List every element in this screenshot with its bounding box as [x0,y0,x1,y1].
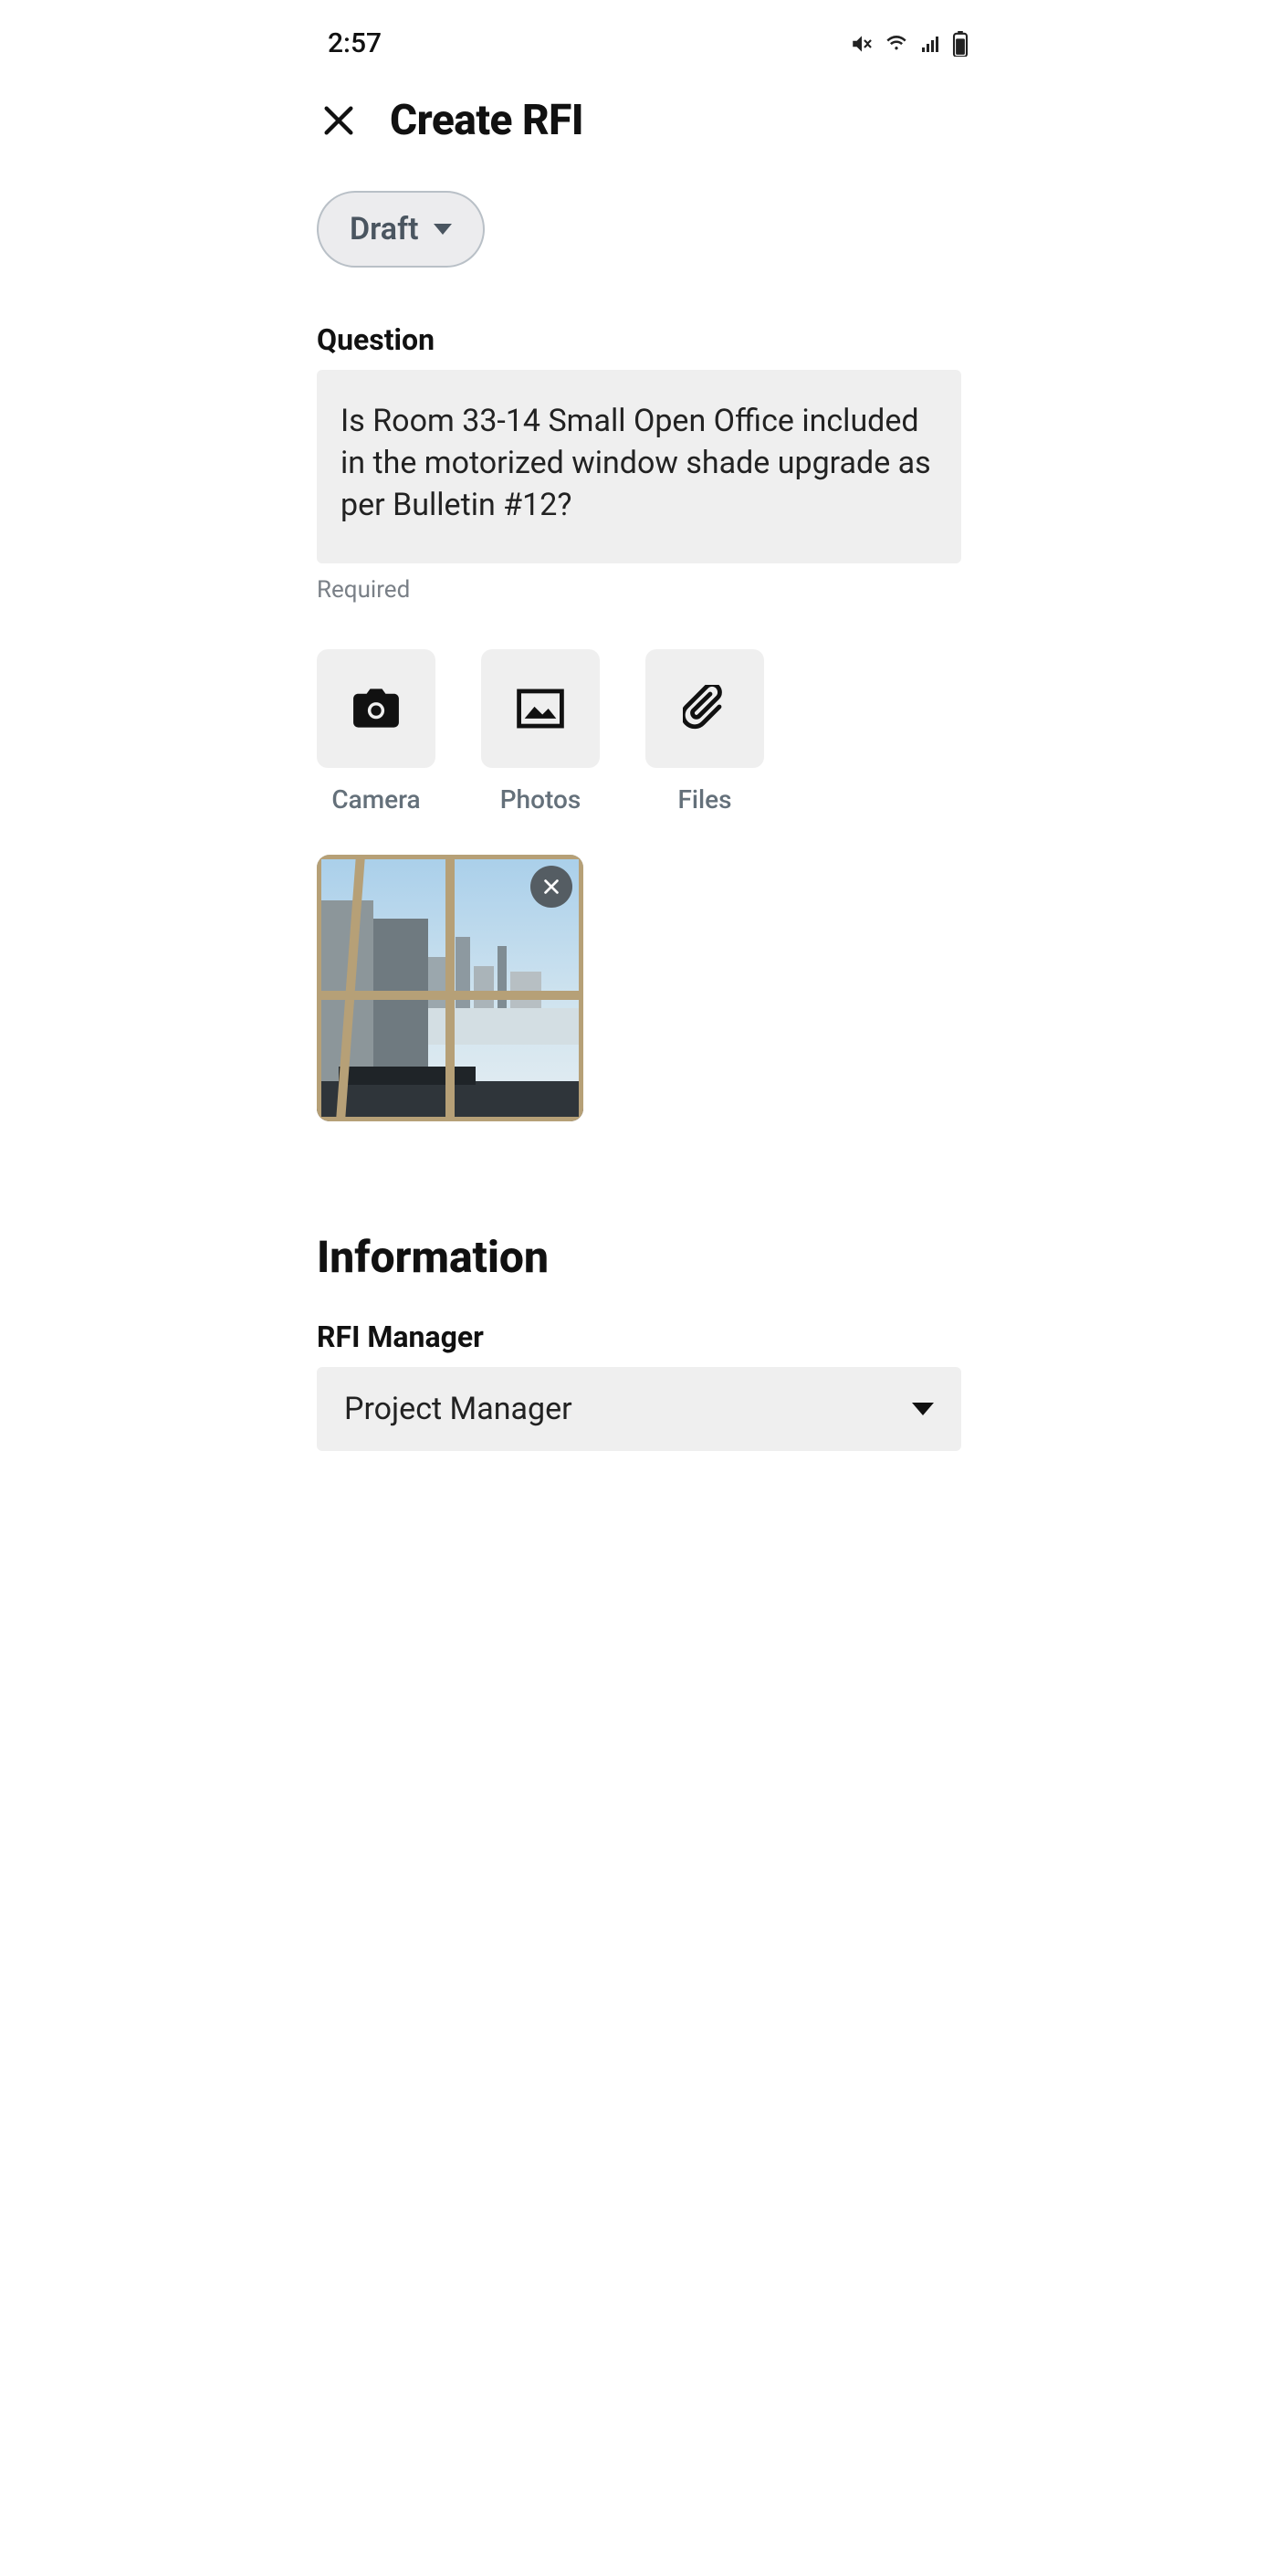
status-icons [850,31,969,57]
close-button[interactable] [317,99,361,142]
remove-attachment-button[interactable] [530,866,572,908]
chevron-down-icon [912,1403,934,1415]
information-heading: Information [317,1231,961,1283]
status-dropdown[interactable]: Draft [317,191,485,268]
camera-icon [352,689,400,729]
header: Create RFI [284,68,994,173]
camera-action: Camera [317,649,435,815]
files-button[interactable] [645,649,764,768]
status-bar: 2:57 [284,0,994,68]
screen: 2:57 Create RFI [284,0,994,1488]
wifi-icon [883,33,910,55]
question-label: Question [317,322,961,357]
question-text: Is Room 33-14 Small Open Office included… [340,401,938,527]
photo-icon [517,689,564,729]
battery-icon [952,31,969,57]
photos-label: Photos [500,784,581,815]
signal-icon [919,33,943,55]
chevron-down-icon [434,224,452,235]
question-helper: Required [317,576,961,604]
page-title: Create RFI [390,96,583,145]
attachment-thumbnail[interactable] [317,855,583,1121]
photos-action: Photos [481,649,600,815]
rfi-manager-label: RFI Manager [317,1320,961,1354]
rfi-manager-select[interactable]: Project Manager [317,1367,961,1451]
mute-icon [850,32,874,56]
close-icon [320,102,357,139]
rfi-manager-value: Project Manager [344,1391,572,1427]
question-input[interactable]: Is Room 33-14 Small Open Office included… [317,370,961,563]
files-action: Files [645,649,764,815]
status-label: Draft [350,211,419,247]
form-body: Draft Question Is Room 33-14 Small Open … [284,173,994,1451]
camera-label: Camera [331,784,420,815]
status-time: 2:57 [328,27,382,59]
files-label: Files [677,784,731,815]
paperclip-icon [683,685,727,732]
close-icon [541,877,561,897]
camera-button[interactable] [317,649,435,768]
attachment-thumbnails [317,855,961,1121]
attachment-actions: Camera Photos Files [317,649,961,815]
photos-button[interactable] [481,649,600,768]
